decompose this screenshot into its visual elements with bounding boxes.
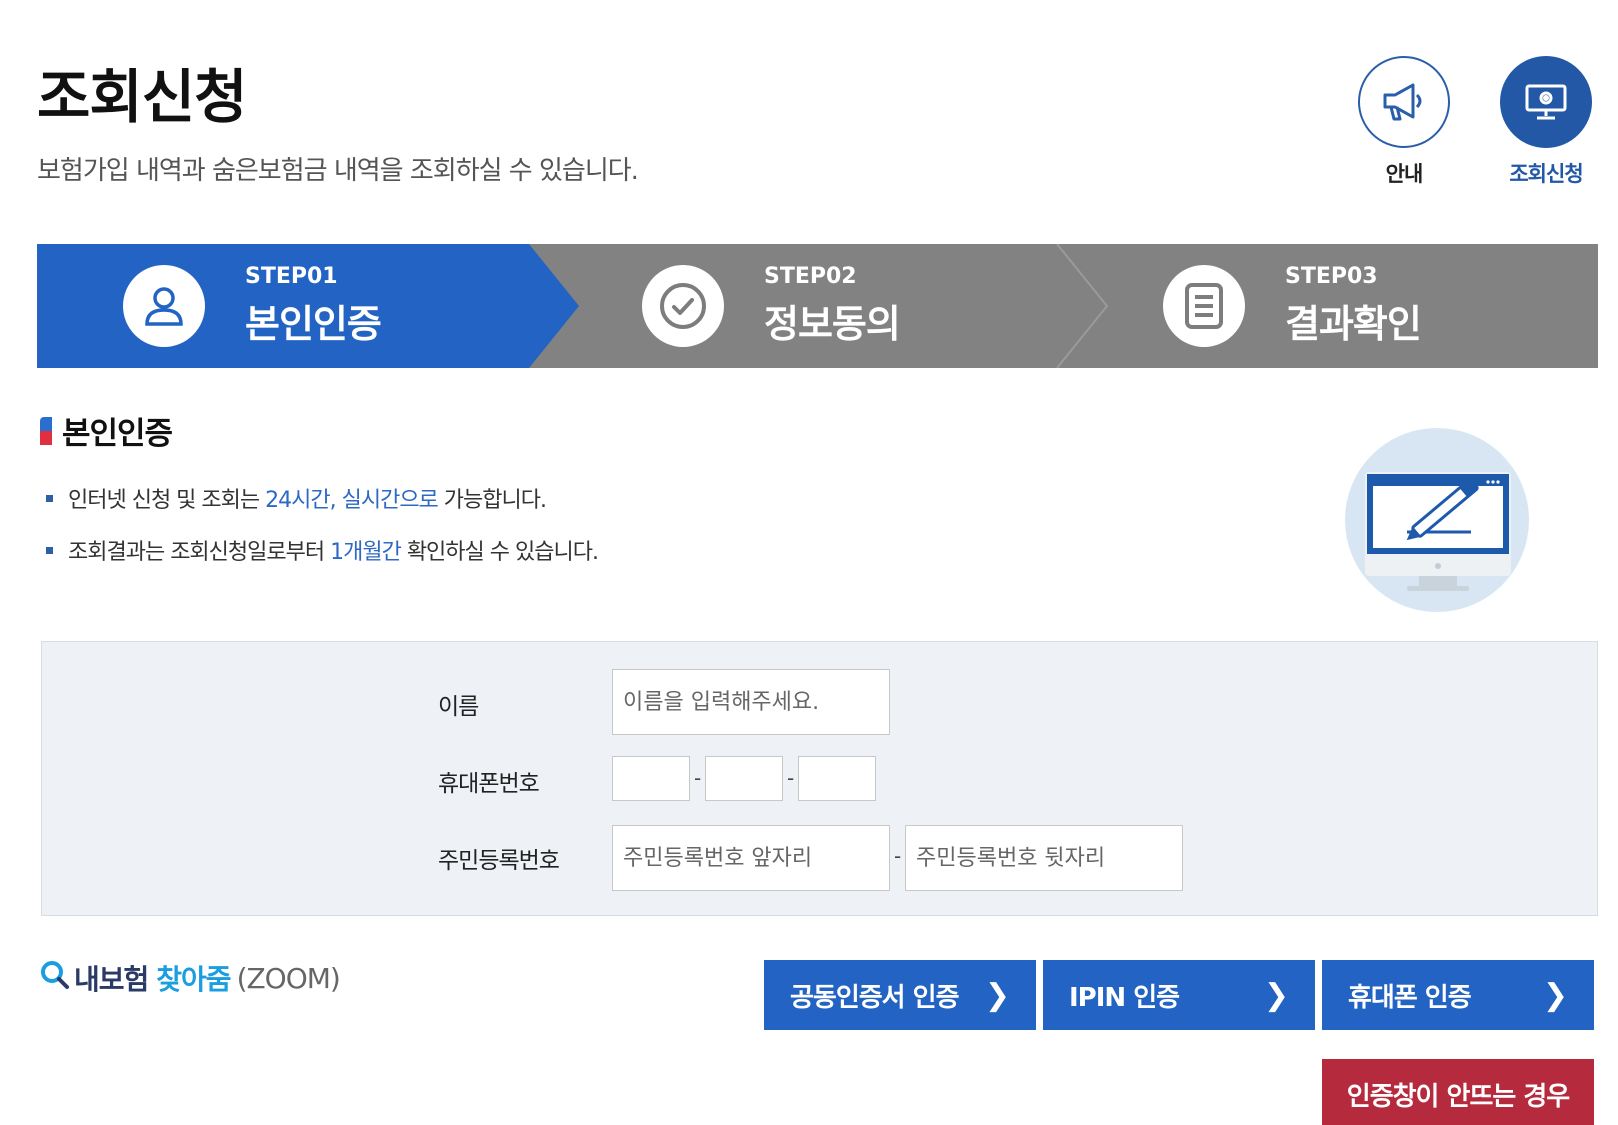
guide-button[interactable]: 안내 (1358, 56, 1450, 188)
name-input[interactable] (612, 669, 890, 735)
page-title: 조회신청 (37, 63, 247, 131)
phone-separator: - (694, 766, 702, 790)
zoom-text-2: 찾아줌 (156, 963, 231, 996)
phone-label: 휴대폰번호 (438, 771, 540, 797)
phone-part3-input[interactable] (798, 756, 876, 801)
step-3: STEP03 결과확인 (1163, 244, 1422, 368)
ipin-auth-button[interactable]: IPIN 인증 ❯ (1043, 960, 1315, 1030)
rrn-back-input[interactable] (905, 825, 1183, 891)
step-1-number: STEP01 (245, 264, 338, 289)
cert-auth-label: 공동인증서 인증 (790, 982, 959, 1013)
rrn-label: 주민등록번호 (438, 848, 560, 874)
zoom-text-1: 내보험 (74, 963, 149, 996)
zoom-link[interactable]: 내보험 찾아줌 (ZOOM) (40, 958, 341, 998)
chevron-right-icon: ❯ (1542, 977, 1568, 1013)
user-icon (123, 265, 205, 347)
phone-separator: - (787, 766, 795, 790)
step-3-name: 결과확인 (1285, 302, 1422, 346)
step-progress: STEP01 본인인증 STEP02 정보동의 STEP03 결과확인 (37, 244, 1598, 368)
page-subtitle: 보험가입 내역과 숨은보험금 내역을 조회하실 수 있습니다. (37, 156, 639, 186)
info-item: 조회결과는 조회신청일로부터 1개월간 확인하실 수 있습니다. (46, 534, 599, 566)
rrn-front-input[interactable] (612, 825, 890, 891)
search-icon (40, 960, 70, 997)
bullet-icon (46, 494, 53, 502)
chevron-right-icon: ❯ (984, 977, 1010, 1013)
computer-pen-illustration (1345, 428, 1529, 612)
document-icon (1163, 265, 1245, 347)
phone-auth-button[interactable]: 휴대폰 인증 ❯ (1322, 960, 1594, 1030)
identity-form: 이름 휴대폰번호 - - 주민등록번호 - (41, 641, 1598, 916)
step-3-number: STEP03 (1285, 264, 1378, 289)
apply-label: 조회신청 (1509, 162, 1583, 186)
step-2-number: STEP02 (764, 264, 857, 289)
step-2-name: 정보동의 (764, 302, 901, 346)
name-label: 이름 (438, 694, 479, 720)
section-title: 본인인증 (40, 408, 173, 453)
auth-popup-help-button[interactable]: 인증창이 안뜨는 경우 (1322, 1059, 1594, 1125)
bullet-icon (46, 546, 53, 554)
cert-auth-button[interactable]: 공동인증서 인증 ❯ (764, 960, 1036, 1030)
apply-button[interactable]: 조회신청 (1500, 56, 1592, 188)
check-circle-icon (642, 265, 724, 347)
phone-auth-label: 휴대폰 인증 (1348, 982, 1472, 1013)
info-item: 인터넷 신청 및 조회는 24시간, 실시간으로 가능합니다. (46, 482, 598, 514)
section-marker (40, 416, 52, 445)
monitor-icon (1500, 56, 1592, 148)
phone-part1-input[interactable] (612, 756, 690, 801)
info-list: 인터넷 신청 및 조회는 24시간, 실시간으로 가능합니다. 조회결과는 조회… (46, 482, 599, 586)
info-text: 인터넷 신청 및 조회는 24시간, 실시간으로 가능합니다. (68, 488, 547, 513)
rrn-separator: - (894, 844, 902, 868)
info-text: 조회결과는 조회신청일로부터 1개월간 확인하실 수 있습니다. (68, 540, 599, 565)
ipin-auth-label: IPIN 인증 (1069, 982, 1180, 1013)
chevron-right-icon: ❯ (1263, 977, 1289, 1013)
phone-part2-input[interactable] (705, 756, 783, 801)
guide-label: 안내 (1385, 162, 1424, 186)
megaphone-icon (1358, 56, 1450, 148)
step-2: STEP02 정보동의 (642, 244, 901, 368)
section-title-text: 본인인증 (62, 416, 173, 452)
zoom-text-3: (ZOOM) (236, 961, 341, 995)
step-1-name: 본인인증 (245, 302, 382, 346)
step-1: STEP01 본인인증 (123, 244, 382, 368)
